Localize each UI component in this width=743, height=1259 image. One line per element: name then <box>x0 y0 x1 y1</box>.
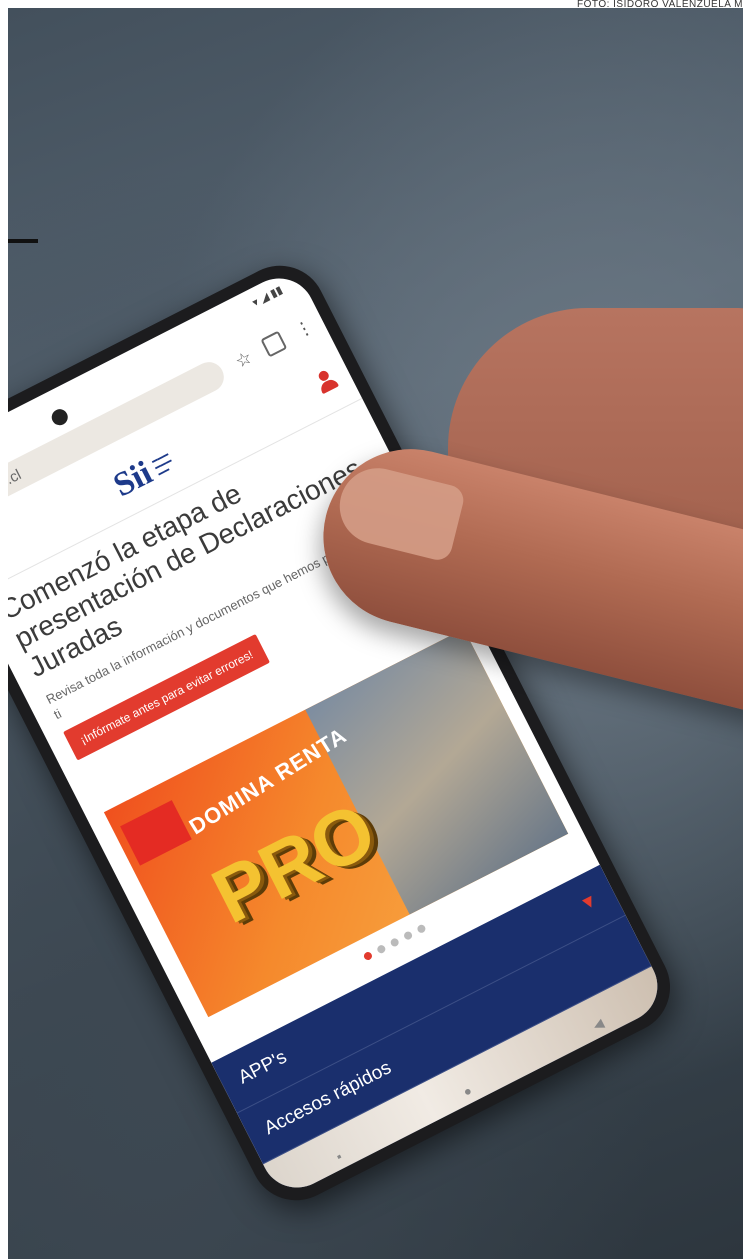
carousel-dot[interactable] <box>389 937 401 948</box>
carousel-dot[interactable] <box>416 923 427 935</box>
star-icon[interactable]: ☆ <box>230 346 257 374</box>
photo-credit: FOTO: ISIDORO VALENZUELA M <box>577 0 743 10</box>
status-bar: ▾ ◢ ▮▮ <box>250 284 285 310</box>
chevron-down-icon[interactable]: ▼ <box>576 889 601 916</box>
carousel-dot[interactable] <box>362 950 374 962</box>
carousel-dot[interactable] <box>375 943 387 955</box>
banner-badge <box>120 800 192 866</box>
sii-logo-lines: ▬▬▬ ▬▬▬ ▬▬ <box>150 450 173 477</box>
side-rule <box>8 239 38 243</box>
home-icon[interactable]: ● <box>461 1083 475 1101</box>
more-icon[interactable]: ⋮ <box>290 315 317 343</box>
tabs-icon[interactable] <box>260 330 288 358</box>
front-camera <box>48 406 71 428</box>
photo: ▾ ◢ ▮▮ homer.sii.cl ☆ ⋮ Sii ▬▬▬ ▬▬▬ ▬▬ Com… <box>8 8 743 1259</box>
thumb-nail <box>331 460 467 563</box>
nav-item-label: APP's <box>235 1046 291 1089</box>
sii-logo[interactable]: Sii ▬▬▬ ▬▬▬ ▬▬ <box>108 431 203 505</box>
recent-apps-icon[interactable]: ▪ <box>334 1149 345 1165</box>
carousel-dot[interactable] <box>402 930 414 941</box>
user-icon[interactable] <box>313 367 341 396</box>
sii-logo-mark: Sii <box>107 454 159 505</box>
